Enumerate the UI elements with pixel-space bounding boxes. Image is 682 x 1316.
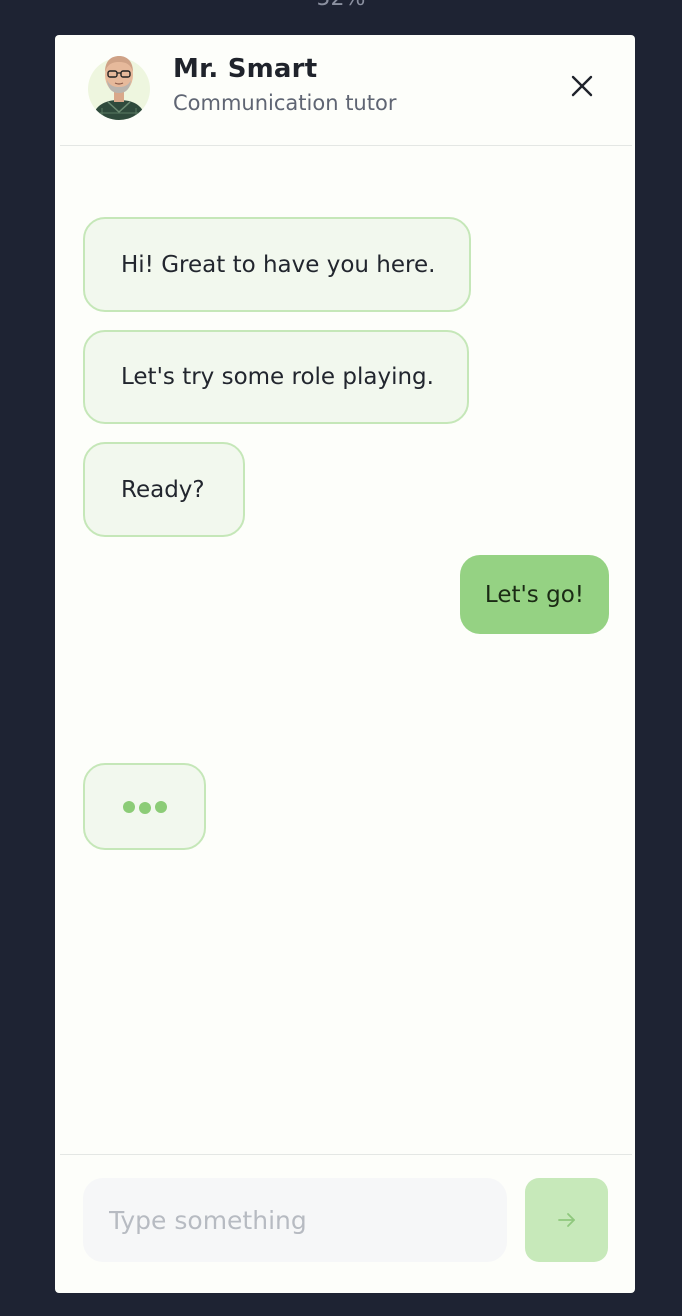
typing-indicator — [83, 763, 206, 850]
message-list: Hi! Great to have you here. Let's try so… — [55, 146, 635, 1154]
user-message: Let's go! — [459, 555, 609, 634]
tutor-avatar — [88, 50, 150, 120]
close-icon — [571, 75, 593, 97]
message-input[interactable] — [83, 1178, 507, 1262]
typing-dot — [122, 800, 135, 813]
tutor-message: Ready? — [83, 442, 245, 537]
close-button[interactable] — [565, 69, 599, 103]
tutor-message: Let's try some role playing. — [83, 330, 469, 424]
send-button[interactable] — [525, 1178, 608, 1262]
chat-panel: Mr. Smart Communication tutor Hi! Great … — [55, 35, 635, 1293]
tutor-role: Communication tutor — [173, 91, 397, 115]
arrow-right-icon — [557, 1213, 575, 1227]
typing-dot — [154, 800, 167, 813]
tutor-message: Hi! Great to have you here. — [83, 217, 471, 312]
background-partial-text: 52% — [0, 0, 682, 11]
chat-header: Mr. Smart Communication tutor — [55, 35, 635, 145]
footer-divider — [60, 1154, 632, 1155]
tutor-name: Mr. Smart — [173, 54, 318, 84]
typing-dot — [138, 801, 151, 814]
